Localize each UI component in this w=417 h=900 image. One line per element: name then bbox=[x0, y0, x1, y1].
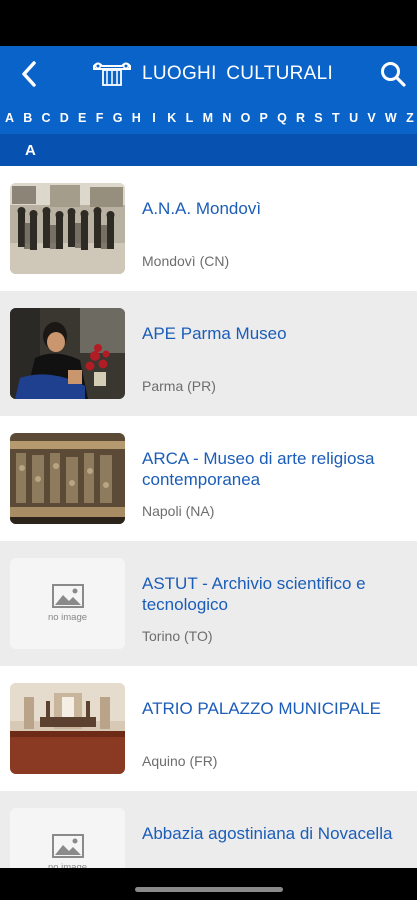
alphabet-letter-g[interactable]: G bbox=[113, 111, 123, 125]
item-text: ARCA - Museo di arte religiosa contempor… bbox=[142, 448, 407, 490]
thumbnail-image bbox=[10, 433, 125, 524]
section-letter: A bbox=[25, 141, 36, 159]
alphabet-letter-u[interactable]: U bbox=[349, 111, 358, 125]
item-title: A.N.A. Mondovì bbox=[142, 199, 262, 218]
alphabet-letter-n[interactable]: N bbox=[222, 111, 231, 125]
list-item[interactable]: no image Abbazia agostiniana di Novacell… bbox=[0, 791, 417, 868]
app-title-group: LUOGHI CULTURALI bbox=[92, 46, 333, 102]
alphabet-letter-t[interactable]: T bbox=[332, 111, 340, 125]
item-location: Torino (TO) bbox=[142, 628, 213, 644]
page-title: LUOGHI CULTURALI bbox=[142, 63, 334, 84]
alphabet-letter-s[interactable]: S bbox=[314, 111, 322, 125]
list-item[interactable]: no image ASTUT - Archivio scientifico e … bbox=[0, 541, 417, 666]
status-bar bbox=[0, 0, 417, 46]
item-text: Abbazia agostiniana di Novacella bbox=[142, 823, 407, 844]
app-bar: LUOGHI CULTURALI bbox=[0, 46, 417, 102]
column-icon bbox=[92, 59, 132, 89]
back-button[interactable] bbox=[14, 58, 44, 90]
alphabet-letter-w[interactable]: W bbox=[385, 111, 397, 125]
alphabet-letter-c[interactable]: C bbox=[42, 111, 51, 125]
thumbnail-image bbox=[10, 183, 125, 274]
places-list[interactable]: A.N.A. Mondovì Mondovì (CN) APE Parma Mu… bbox=[0, 166, 417, 868]
alphabet-letter-p[interactable]: P bbox=[260, 111, 268, 125]
alphabet-letter-r[interactable]: R bbox=[296, 111, 305, 125]
alphabet-letter-f[interactable]: F bbox=[96, 111, 104, 125]
alphabet-letter-i[interactable]: I bbox=[150, 111, 158, 125]
image-placeholder-icon bbox=[51, 834, 84, 858]
item-text: APE Parma Museo bbox=[142, 323, 407, 344]
alphabet-letter-h[interactable]: H bbox=[132, 111, 141, 125]
item-text: ASTUT - Archivio scientifico e tecnologi… bbox=[142, 573, 407, 615]
alphabet-letter-l[interactable]: L bbox=[185, 111, 194, 125]
alphabet-letter-a[interactable]: A bbox=[5, 111, 14, 125]
item-title: ARCA - Museo di arte religiosa contempor… bbox=[142, 449, 375, 489]
alphabet-letter-b[interactable]: B bbox=[23, 111, 32, 125]
image-placeholder-icon bbox=[51, 584, 84, 608]
item-text: A.N.A. Mondovì bbox=[142, 198, 407, 219]
item-title: ATRIO PALAZZO MUNICIPALE bbox=[142, 699, 381, 718]
alphabet-letter-d[interactable]: D bbox=[60, 111, 69, 125]
list-item[interactable]: ARCA - Museo di arte religiosa contempor… bbox=[0, 416, 417, 541]
alphabet-letter-m[interactable]: M bbox=[203, 111, 213, 125]
home-indicator[interactable] bbox=[135, 887, 283, 892]
alphabet-letter-e[interactable]: E bbox=[78, 111, 86, 125]
item-title: ASTUT - Archivio scientifico e tecnologi… bbox=[142, 574, 366, 614]
no-image-placeholder: no image bbox=[10, 808, 125, 868]
item-title: Abbazia agostiniana di Novacella bbox=[142, 824, 393, 843]
item-location: Parma (PR) bbox=[142, 378, 216, 394]
thumbnail-image bbox=[10, 308, 125, 399]
search-button[interactable] bbox=[379, 60, 407, 88]
no-image-placeholder: no image bbox=[10, 558, 125, 649]
alphabet-index: ABCDEFGHIKLMNOPQRSTUVWZ bbox=[0, 102, 417, 134]
alphabet-letter-z[interactable]: Z bbox=[406, 111, 414, 125]
search-icon bbox=[381, 62, 406, 87]
item-location: Mondovì (CN) bbox=[142, 253, 230, 269]
list-item[interactable]: ATRIO PALAZZO MUNICIPALE Aquino (FR) bbox=[0, 666, 417, 791]
no-image-label: no image bbox=[47, 612, 88, 623]
alphabet-letter-q[interactable]: Q bbox=[277, 111, 287, 125]
item-text: ATRIO PALAZZO MUNICIPALE bbox=[142, 698, 407, 719]
list-item[interactable]: A.N.A. Mondovì Mondovì (CN) bbox=[0, 166, 417, 291]
item-location: Aquino (FR) bbox=[142, 753, 218, 769]
list-item[interactable]: APE Parma Museo Parma (PR) bbox=[0, 291, 417, 416]
item-location: Napoli (NA) bbox=[142, 503, 215, 519]
alphabet-letter-v[interactable]: V bbox=[367, 111, 375, 125]
alphabet-letter-k[interactable]: K bbox=[167, 111, 176, 125]
alphabet-letter-o[interactable]: O bbox=[241, 111, 251, 125]
system-navigation-bar bbox=[0, 868, 417, 900]
chevron-left-icon bbox=[22, 61, 36, 87]
thumbnail-image bbox=[10, 683, 125, 774]
item-title: APE Parma Museo bbox=[142, 324, 287, 343]
section-header: A bbox=[0, 134, 417, 166]
